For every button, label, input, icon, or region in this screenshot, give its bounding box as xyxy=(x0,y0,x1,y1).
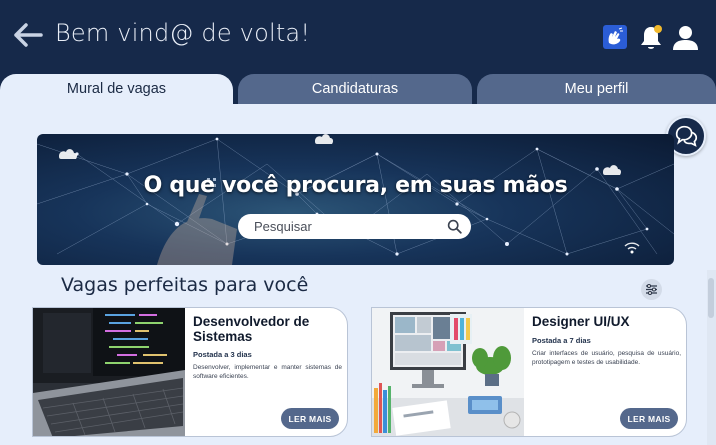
search-input[interactable] xyxy=(254,217,439,236)
page-scrollbar[interactable] xyxy=(707,270,716,445)
designer-desk-image xyxy=(372,308,524,436)
read-more-button[interactable]: LER MAIS xyxy=(281,408,339,429)
job-title: Desenvolvedor de Sistemas xyxy=(193,314,310,344)
job-description: Criar interfaces de usuário, pesquisa de… xyxy=(532,350,681,366)
scrollbar-thumb[interactable] xyxy=(708,278,714,318)
tab-my-profile[interactable]: Meu perfil xyxy=(477,74,716,104)
welcome-heading: Bem vind@ de volta! xyxy=(55,19,311,47)
read-more-button[interactable]: LER MAIS xyxy=(620,408,678,429)
search-bar xyxy=(238,214,471,239)
laptop-with-code-image xyxy=(33,308,185,436)
job-description: Desenvolver, implementar e manter sistem… xyxy=(193,364,342,380)
libras-accessibility-icon[interactable] xyxy=(603,25,627,49)
job-posted-date: Postada a 7 dias xyxy=(532,336,591,345)
hero-banner: O que você procura, em suas mãos xyxy=(37,134,674,265)
hero-title: O que você procura, em suas mãos xyxy=(143,173,568,198)
app-header: Bem vind@ de volta! Mural de vagas Candi… xyxy=(0,0,716,104)
notification-bell-icon[interactable] xyxy=(638,24,664,52)
section-title: Vagas perfeitas para você xyxy=(61,274,309,296)
search-icon[interactable] xyxy=(447,219,462,234)
job-posted-date: Postada a 3 dias xyxy=(193,350,252,359)
tab-applications[interactable]: Candidaturas xyxy=(238,74,472,104)
filter-settings-icon[interactable] xyxy=(641,279,662,300)
job-title: Designer UI/UX xyxy=(532,314,630,329)
notification-badge xyxy=(654,25,662,33)
back-arrow-icon[interactable] xyxy=(12,20,44,50)
user-profile-icon[interactable] xyxy=(672,24,699,51)
network-background-image xyxy=(37,134,674,265)
tab-job-board[interactable]: Mural de vagas xyxy=(0,74,233,104)
job-card[interactable]: Designer UI/UX Postada a 7 dias Criar in… xyxy=(371,307,687,437)
job-card[interactable]: Desenvolvedor de Sistemas Postada a 3 di… xyxy=(32,307,348,437)
